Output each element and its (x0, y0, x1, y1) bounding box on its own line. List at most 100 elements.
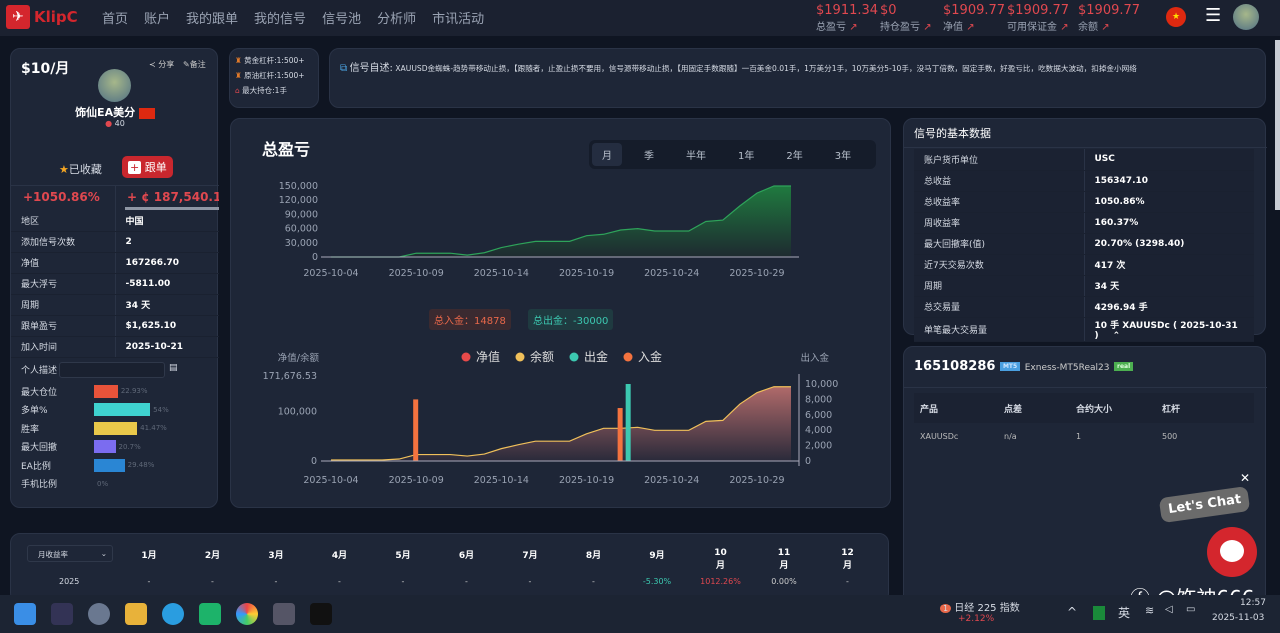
period-tab[interactable]: 半年 (676, 143, 716, 166)
folder-icon[interactable] (125, 603, 147, 625)
house-icon: ⌂ (235, 86, 240, 95)
row-label: 最大回撤率(值) (914, 233, 1084, 255)
chart-app-icon[interactable] (51, 603, 73, 625)
period-tabs: 月季半年 1年 2年 3年 (589, 140, 877, 169)
wifi-icon[interactable]: ≋ (1145, 604, 1154, 617)
month-value: - (401, 577, 405, 586)
period-tab[interactable]: 月 (592, 143, 622, 166)
favorite-button[interactable]: ★已收藏 (59, 161, 102, 177)
table-row: 加入时间 2025-10-21 (11, 336, 219, 358)
stat-position-pnl[interactable]: $0 持仓盈亏 ↗ (880, 3, 932, 33)
cell: 500 (1162, 431, 1178, 441)
equity-chart: 净值/余额 出入金 171,676.53 100,000 0 0 2,000 4,000 6,0… (263, 349, 839, 486)
nav-signal-pool[interactable]: 信号池 (322, 8, 361, 27)
trophy-icon: ♜ (235, 56, 242, 65)
stat-free-margin[interactable]: $1909.77 可用保证金 ↗ (1007, 3, 1069, 33)
document-icon[interactable]: ▤ (169, 363, 178, 373)
chrome-icon[interactable] (236, 603, 258, 625)
period-tab[interactable]: 2年 (776, 143, 812, 166)
arrow-icon: ↗ (1101, 22, 1110, 33)
stat-balance[interactable]: $1909.77 余额 ↗ (1078, 3, 1140, 33)
badge-text: 原油杠杆:1:500+ (244, 71, 305, 80)
battery-icon[interactable]: ▭ (1186, 604, 1195, 615)
note-label: 备注 (189, 60, 206, 69)
bar-label: 手机比例 (21, 480, 58, 491)
stat-label: 净值 (943, 22, 963, 33)
page-scrollbar[interactable] (1275, 40, 1280, 210)
share-icon: ≺ (149, 60, 156, 69)
arrow-icon: ↗ (1060, 22, 1069, 33)
bar-fill (94, 421, 138, 435)
plus-icon: + (128, 161, 142, 174)
stat-value: $1909.77 (1007, 3, 1070, 18)
main-nav: 首页 账户 我的跟单 我的信号 信号池 分析师 市讯活动 (102, 8, 484, 27)
period-tab[interactable]: 1年 (728, 143, 764, 166)
logo-text: KlipC (34, 8, 78, 26)
legend-label: 入金 (638, 349, 662, 364)
nav-my-copy[interactable]: 我的跟单 (186, 8, 238, 27)
hot-count: ● 40 (11, 119, 219, 128)
nav-my-signals[interactable]: 我的信号 (254, 8, 306, 27)
follow-label: 跟单 (144, 161, 167, 174)
chat-button[interactable] (1207, 527, 1257, 577)
bar-label: EA比例 (21, 461, 51, 472)
nav-news[interactable]: 市讯活动 (432, 8, 484, 27)
col-spread: 点差 (1004, 404, 1023, 415)
value-text: 4296.94 手 (1094, 303, 1148, 313)
clock-time[interactable]: 12:57 (1240, 598, 1266, 608)
stat-equity[interactable]: $1909.77 净值 ↗ (943, 3, 1005, 33)
x-tick-label: 2025-10-29 (729, 268, 784, 279)
stat-bar: EA比例 29.48% (11, 456, 219, 475)
settings-icon[interactable] (88, 603, 110, 625)
ime-indicator[interactable]: 英 (1118, 604, 1130, 621)
follow-button[interactable]: + 跟单 (122, 156, 173, 178)
row-label: 总收益率 (914, 191, 1084, 213)
y-tick-label: 100,000 (278, 406, 317, 417)
badge-text: 最大持仓:1手 (242, 86, 287, 95)
edge-icon[interactable] (162, 603, 184, 625)
share-button[interactable]: ≺ 分享 (149, 59, 174, 70)
stock-widget[interactable]: 1 日经 225 指数 +2.12% (940, 599, 1020, 624)
note-button[interactable]: ✎备注 (183, 59, 206, 70)
cn-flag-icon[interactable]: ★ (1166, 7, 1186, 27)
logo-icon: ✈ (6, 5, 30, 29)
chevron-down-icon: ⌄ (100, 549, 107, 558)
klipc-logo[interactable]: ✈ KlipC (6, 5, 78, 29)
description-input[interactable] (59, 362, 165, 378)
stat-total-pnl[interactable]: $1911.34 总盈亏 ↗ (816, 3, 878, 33)
volume-icon[interactable]: ◁ (1165, 604, 1173, 615)
row-label: 单笔最大交易量 (914, 317, 1084, 342)
bar-percent: 0% (97, 479, 109, 488)
chevron-up-icon[interactable]: ⌃ (1113, 331, 1121, 341)
row-value: 160.37% (1083, 212, 1254, 234)
nav-account[interactable]: 账户 (144, 8, 170, 27)
stat-bar: 胜率 41.47% (11, 419, 219, 438)
tray-app-icon[interactable] (1093, 606, 1105, 620)
row-value: 4296.94 手 (1083, 296, 1254, 318)
row-label: 加入时间 (11, 336, 115, 358)
windows-start-icon[interactable] (14, 603, 36, 625)
pnl-area-chart: 0 30,000 60,000 90,000 120,000 150,000 2025-10… (279, 181, 799, 279)
tiktok-icon[interactable] (310, 603, 332, 625)
month-value: 1012.26% (700, 577, 741, 586)
period-tab[interactable]: 季 (634, 143, 664, 166)
period-tab[interactable]: 3年 (825, 143, 861, 166)
table-row: 添加信号次数 2 (11, 231, 219, 253)
profile-card: $10/月 ≺ 分享 ✎备注 饰仙EA美分 ● 40 ★已收藏 + 跟单 +10… (10, 48, 219, 508)
y-tick-label: 0 (311, 456, 317, 467)
row-value: 156347.10 (1083, 170, 1254, 192)
y-right-tick-label: 4,000 (805, 425, 832, 436)
chevron-up-icon[interactable]: ^ (1067, 605, 1077, 619)
nav-analysts[interactable]: 分析师 (377, 8, 416, 27)
mail-icon[interactable] (199, 603, 221, 625)
clock-date[interactable]: 2025-11-03 (1212, 613, 1264, 623)
arrow-icon: ↗ (966, 22, 975, 33)
price: $10/月 (21, 61, 70, 77)
remote-icon[interactable] (273, 603, 295, 625)
menu-icon[interactable]: ☰ (1205, 5, 1221, 26)
nav-home[interactable]: 首页 (102, 8, 128, 27)
monthly-select[interactable]: 月收益率 ⌄ (27, 545, 113, 562)
month-header: 1月 (141, 551, 157, 561)
close-icon[interactable]: ✕ (1240, 471, 1250, 485)
user-avatar[interactable] (1233, 4, 1259, 30)
